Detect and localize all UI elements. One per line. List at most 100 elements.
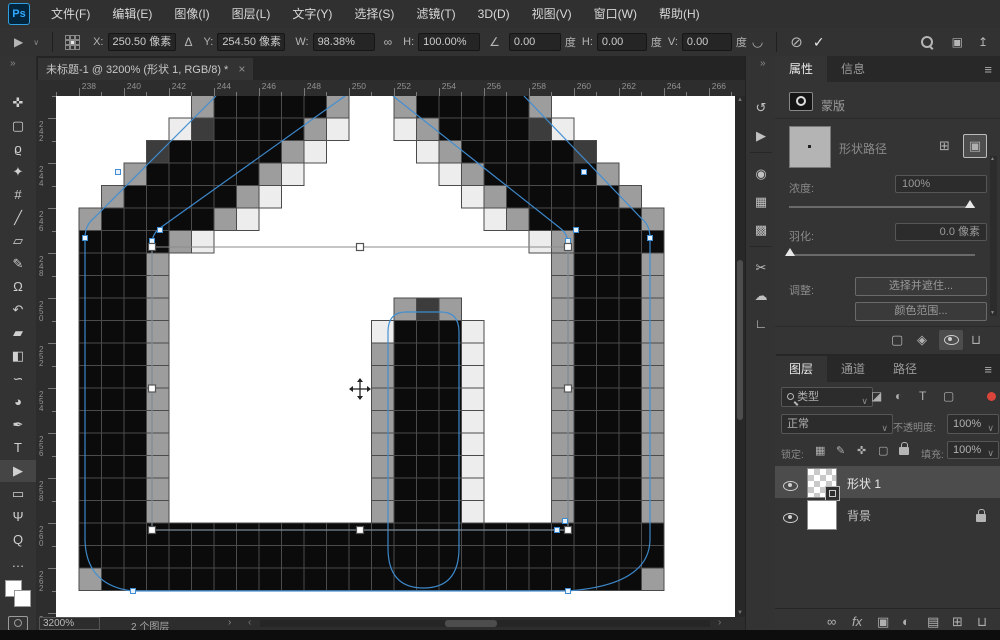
quick-selection-tool[interactable]: ✦ (0, 161, 36, 183)
scroll-up-icon[interactable]: ▲ (990, 156, 995, 162)
mask-enabled-eye-icon[interactable] (939, 330, 963, 350)
mask-options-icon[interactable]: ◈ (917, 332, 927, 348)
scroll-left-icon[interactable]: ‹ (248, 617, 251, 628)
menu-item-文字(Y)[interactable]: 文字(Y) (281, 0, 343, 28)
layer-filter-type-dropdown[interactable]: 类型 ∨ (781, 387, 873, 407)
history-panel-button[interactable]: ↺ (746, 96, 776, 120)
feather-slider-thumb[interactable] (785, 248, 795, 256)
actions-panel-button[interactable]: ▶ (746, 124, 776, 148)
path-target-icon[interactable]: ▣ (963, 134, 987, 158)
eyedropper-tool[interactable]: ╱ (0, 207, 36, 229)
horizontal-scroll-thumb[interactable] (445, 620, 497, 627)
panel-menu-icon[interactable]: ≡ (984, 62, 992, 77)
styles-panel-button[interactable]: ▩ (746, 218, 776, 242)
filter-adjustment-layers-icon[interactable]: ◐ (895, 389, 902, 403)
canvas-vertical-scrollbar[interactable]: ▲ ▼ (735, 96, 745, 617)
new-layer-icon[interactable]: ⊞ (952, 614, 963, 630)
menu-item-滤镜(T)[interactable]: 滤镜(T) (405, 0, 466, 28)
layer-thumbnail[interactable] (807, 500, 837, 530)
adjustment-layer-icon[interactable]: ◐ (902, 614, 910, 629)
angle-input[interactable]: 0.00 (509, 33, 561, 51)
path-selection-tool[interactable]: ▶ (0, 460, 36, 482)
lock-paint-icon[interactable]: ✎ (836, 444, 845, 457)
opacity-dropdown[interactable]: 100%∨ (947, 414, 999, 434)
layer-row-背景[interactable]: 背景 (775, 498, 1000, 530)
layer-group-icon[interactable]: ▤ (927, 614, 939, 630)
canvas[interactable] (56, 96, 735, 617)
link-layers-icon[interactable]: ∞ (827, 614, 836, 629)
toolbar-collapse-icon[interactable]: » (10, 58, 16, 69)
measurement-panel-button[interactable]: ∟ (746, 312, 776, 336)
scroll-down-icon[interactable]: ▼ (990, 310, 995, 316)
panel-menu-icon[interactable]: ≡ (984, 362, 992, 377)
scroll-up-icon[interactable]: ▲ (736, 97, 744, 103)
menu-item-图层(L)[interactable]: 图层(L) (221, 0, 282, 28)
blend-mode-dropdown[interactable]: 正常∨ (781, 414, 893, 434)
layer-row-形状 1[interactable]: 形状 1 (775, 466, 1000, 498)
top-ruler[interactable]: 2362382402422442462482502522542562582602… (56, 80, 745, 97)
menu-item-视图(V)[interactable]: 视图(V) (521, 0, 583, 28)
eraser-tool[interactable]: ▰ (0, 322, 36, 344)
load-selection-from-mask-icon[interactable]: ▢ (891, 332, 903, 348)
layer-visibility-eye-icon[interactable] (783, 478, 798, 496)
feather-field[interactable]: 0.0 像素 (895, 223, 987, 241)
workspace-icon[interactable]: ▣ (952, 35, 963, 49)
scroll-down-icon[interactable]: ▼ (736, 610, 744, 616)
filter-pixel-layers-icon[interactable]: ◪ (871, 389, 882, 403)
brush-tool[interactable]: ✎ (0, 253, 36, 275)
gradient-tool[interactable]: ◧ (0, 345, 36, 367)
document-tab[interactable]: 未标题-1 @ 3200% (形状 1, RGB/8) * × (38, 58, 253, 80)
x-input[interactable]: 250.50 像素 (108, 33, 176, 51)
y-input[interactable]: 254.50 像素 (217, 33, 285, 51)
ruler-corner[interactable] (36, 80, 57, 97)
lock-move-icon[interactable]: ✜ (857, 444, 866, 457)
swatches-panel-button[interactable]: ▦ (746, 190, 776, 214)
dock-collapse-icon[interactable]: » (760, 58, 766, 69)
search-icon[interactable] (921, 36, 933, 48)
healing-brush-tool[interactable]: ▱ (0, 230, 36, 252)
tool-presets-button[interactable]: ✂ (746, 256, 776, 280)
background-color-swatch[interactable] (14, 590, 31, 607)
canvas-horizontal-scrollbar[interactable] (260, 620, 710, 627)
density-field[interactable]: 100% (895, 175, 987, 193)
shape-tool[interactable]: ▭ (0, 483, 36, 505)
density-slider[interactable] (789, 206, 975, 208)
layer-effects-icon[interactable]: fx (852, 614, 862, 629)
relative-position-icon[interactable]: Δ (185, 35, 193, 49)
scroll-right-icon[interactable]: › (718, 617, 721, 628)
menu-item-帮助(H)[interactable]: 帮助(H) (648, 0, 711, 28)
zoom-level-field[interactable]: 3200% (39, 617, 100, 630)
reference-point-grid[interactable] (65, 35, 79, 49)
smudge-tool[interactable]: ∽ (0, 368, 36, 390)
commit-transform-icon[interactable]: ✓ (813, 34, 825, 51)
delete-mask-icon[interactable]: ⊔ (971, 332, 981, 348)
quick-mask-button[interactable] (8, 616, 28, 631)
link-dimensions-icon[interactable]: ∞ (384, 35, 393, 49)
color-range-button[interactable]: 颜色范围... (855, 302, 987, 321)
layer-filter-toggle[interactable] (987, 392, 996, 401)
menu-item-文件(F)[interactable]: 文件(F) (40, 0, 101, 28)
add-mask-icon[interactable]: ▣ (877, 614, 889, 630)
tab-channels[interactable]: 通道 (827, 356, 879, 382)
hand-tool[interactable]: Ψ (0, 506, 36, 528)
lock-all-icon[interactable] (899, 447, 909, 455)
tool-preset-chevron-icon[interactable]: ∨ (33, 38, 39, 47)
select-and-mask-button[interactable]: 选择并遮住... (855, 277, 987, 296)
delete-layer-icon[interactable]: ⊔ (977, 614, 987, 630)
density-slider-thumb[interactable] (965, 200, 975, 208)
color-panel-button[interactable]: ◉ (746, 162, 776, 186)
lasso-tool[interactable]: ϱ (0, 138, 36, 160)
history-brush-tool[interactable]: ↶ (0, 299, 36, 321)
crop-tool[interactable]: # (0, 184, 36, 206)
layer-visibility-eye-icon[interactable] (783, 510, 798, 528)
filter-type-layers-icon[interactable]: T (919, 389, 926, 403)
pen-tool[interactable]: ✒ (0, 414, 36, 436)
properties-scrollbar[interactable]: ▲ ▼ (990, 156, 997, 316)
zoom-tool[interactable]: Q (0, 529, 36, 551)
fill-dropdown[interactable]: 100%∨ (947, 441, 999, 459)
cancel-transform-icon[interactable]: ⊘ (790, 33, 803, 51)
move-tool[interactable]: ✜ (0, 92, 36, 114)
menu-item-选择(S)[interactable]: 选择(S) (343, 0, 405, 28)
libraries-panel-button[interactable]: ☁ (746, 284, 776, 308)
share-icon[interactable]: ↥ (978, 35, 988, 49)
